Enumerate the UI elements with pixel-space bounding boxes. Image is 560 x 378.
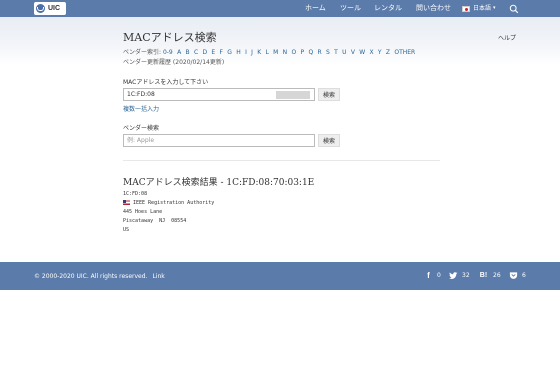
vendor-index-item[interactable]: Z [386, 49, 390, 56]
pocket-count: 6 [522, 272, 526, 279]
vendor-index-item[interactable]: Q [308, 49, 313, 56]
hatena-share[interactable]: B! 26 [478, 271, 501, 280]
vendor-index-item[interactable]: Y [378, 49, 382, 56]
result-title: MACアドレス検索結果 - 1C:FD:08:70:03:1E [123, 178, 315, 188]
twitter-count: 32 [462, 272, 470, 279]
page-header-band [0, 17, 560, 65]
hatena-bookmark-icon: B! [479, 272, 488, 279]
vendor-search-input[interactable]: 例: Apple [123, 134, 315, 147]
result-country: US [123, 227, 130, 233]
vendor-index-item[interactable]: I [245, 49, 247, 56]
pocket-share[interactable]: 6 [509, 271, 526, 280]
vendor-index-item[interactable]: A [177, 49, 181, 56]
result-details: 1C:FD:08 IEEE Registration Authority 445… [123, 190, 214, 235]
vendor-index-item[interactable]: T [334, 49, 338, 56]
mac-address-input[interactable]: 1C:FD:08 [123, 88, 315, 101]
vendor-index-item[interactable]: S [326, 49, 330, 56]
vendor-index-item[interactable]: M [273, 49, 278, 56]
language-label: 日本語 [473, 5, 492, 12]
result-address-line2: Piscataway NJ 08554 [123, 218, 187, 224]
search-icon[interactable] [509, 4, 519, 14]
logo-text: UIC [48, 5, 61, 12]
result-prefix: 1C:FD:08 [123, 191, 148, 197]
language-selector[interactable]: 日本語 ▾ [462, 3, 496, 14]
page-title: MACアドレス検索 [123, 31, 217, 44]
top-navbar: UIC ホーム ツール レンタル 問い合わせ 日本語 ▾ [0, 0, 560, 17]
mac-search-button[interactable]: 検索 [318, 88, 340, 101]
section-divider [123, 160, 440, 161]
vendor-index-item[interactable]: E [211, 49, 215, 56]
mac-address-value: 1C:FD:08 [127, 91, 155, 98]
nav-item-rental[interactable]: レンタル [374, 3, 402, 14]
result-organization: IEEE Registration Authority [133, 200, 215, 206]
chevron-down-icon: ▾ [493, 5, 496, 11]
site-logo[interactable]: UIC [34, 2, 66, 15]
help-link[interactable]: ヘルプ [498, 33, 516, 42]
vendor-index-item[interactable]: F [220, 49, 223, 56]
vendor-index-item[interactable]: C [194, 49, 198, 56]
facebook-share[interactable]: f 0 [424, 271, 441, 280]
nav-item-contact[interactable]: 問い合わせ [416, 3, 451, 14]
vendor-index-item[interactable]: W [359, 49, 365, 56]
twitter-icon [449, 272, 458, 280]
nav-item-tools[interactable]: ツール [340, 3, 361, 14]
copyright-text: © 2000-2020 UIC. All rights reserved. [34, 273, 148, 280]
facebook-icon: f [427, 271, 430, 280]
vendor-index-item[interactable]: D [202, 49, 207, 56]
vendor-index-item[interactable]: R [318, 49, 322, 56]
vendor-index-label: ベンダー索引: [123, 49, 162, 56]
footer: © 2000-2020 UIC. All rights reserved. Lin… [0, 262, 560, 290]
vendor-index-item[interactable]: OTHER [394, 49, 415, 56]
vendor-index-item[interactable]: V [351, 49, 355, 56]
us-flag-icon [123, 200, 130, 205]
uic-logo-icon [36, 4, 45, 13]
twitter-share[interactable]: 32 [449, 271, 470, 280]
vendor-index: ベンダー索引: 0-9 A B C D E F G H I J K L M N … [123, 47, 418, 56]
vendor-index-item[interactable]: U [342, 49, 346, 56]
bulk-input-link[interactable]: 複数一括入力 [123, 104, 159, 113]
vendor-index-item[interactable]: H [236, 49, 241, 56]
vendor-index-item[interactable]: O [291, 49, 296, 56]
vendor-index-item[interactable]: G [227, 49, 232, 56]
vendor-index-item[interactable]: 0-9 [163, 49, 173, 56]
hatena-count: 26 [493, 272, 501, 279]
vendor-index-item[interactable]: N [283, 49, 288, 56]
vendor-index-item[interactable]: B [186, 49, 190, 56]
vendor-index-item[interactable]: K [257, 49, 261, 56]
vendor-index-item[interactable]: J [251, 49, 253, 56]
mac-input-label: MACアドレスを入力して下さい [123, 79, 209, 86]
vendor-search-button[interactable]: 検索 [318, 134, 340, 147]
result-address-line1: 445 Hoes Lane [123, 209, 163, 215]
footer-copyright: © 2000-2020 UIC. All rights reserved. Lin… [34, 273, 165, 280]
vendor-search-label: ベンダー検索 [123, 125, 160, 132]
facebook-count: 0 [437, 272, 441, 279]
vendor-update-history-link[interactable]: ベンダー更新履歴 (2020/02/14更新) [123, 57, 224, 66]
pocket-icon [509, 272, 518, 279]
redacted-mask [276, 91, 310, 99]
japan-flag-icon [462, 5, 470, 12]
vendor-index-item[interactable]: P [301, 49, 305, 56]
vendor-index-item[interactable]: L [266, 49, 269, 56]
vendor-index-item[interactable]: X [369, 49, 373, 56]
nav-item-home[interactable]: ホーム [305, 3, 326, 14]
footer-link[interactable]: Link [152, 273, 164, 280]
